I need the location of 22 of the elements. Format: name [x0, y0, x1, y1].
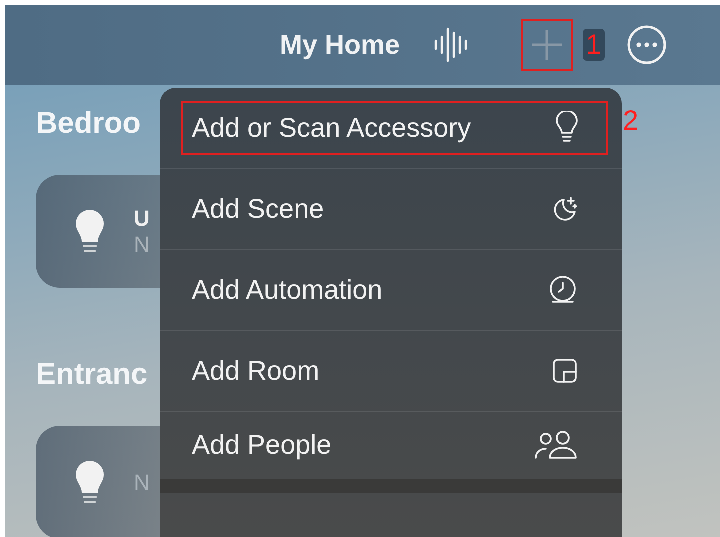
menu-item[interactable]: Add People: [181, 418, 608, 472]
menu-item[interactable]: Add Automation: [181, 263, 608, 317]
callout-number: 2: [623, 105, 639, 137]
room-heading: Entranc: [36, 358, 148, 393]
lightbulb-icon: [76, 460, 104, 504]
menu-item[interactable]: Add Scene: [181, 182, 608, 236]
accessory-status: N: [134, 470, 150, 496]
floor-plan-icon: [552, 358, 578, 384]
accessory-name: U: [134, 206, 150, 232]
plus-icon: [530, 28, 564, 62]
callout-number: 1: [583, 29, 605, 61]
more-button[interactable]: [626, 25, 667, 65]
room-heading: Bedroo: [36, 107, 141, 142]
menu-item[interactable]: Add Room: [181, 344, 608, 398]
clock-icon: [548, 275, 578, 305]
accessory-status: N: [134, 232, 150, 258]
accessory-tile[interactable]: U N: [36, 175, 160, 288]
lightbulb-icon: [556, 111, 578, 145]
home-title: My Home: [280, 30, 402, 60]
people-icon: [534, 430, 578, 460]
lightbulb-icon: [76, 210, 104, 254]
menu-item[interactable]: Add or Scan Accessory: [181, 101, 608, 155]
